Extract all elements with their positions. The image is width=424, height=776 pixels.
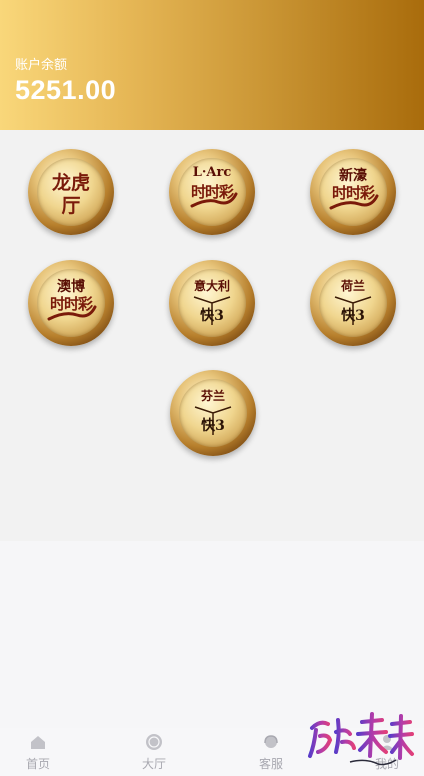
game-italy-button[interactable]: 意大利 快3 — [169, 260, 255, 346]
app-page: 账户余额 5251.00 龙虎 厅 L·Arc 时时彩 新濠 时时彩 澳博 时时… — [0, 0, 424, 776]
finland-k3-coin-icon: 芬兰 快3 — [179, 379, 247, 447]
dragon-tiger-coin-icon: 龙虎 厅 — [37, 158, 105, 226]
netherlands-k3-coin-icon: 荷兰 快3 — [319, 269, 387, 337]
aobo-ssc-coin-icon: 澳博 时时彩 — [37, 269, 105, 337]
game-longhu-line2: 厅 — [61, 195, 81, 217]
xinhao-ssc-coin-icon: 新濠 时时彩 — [319, 158, 387, 226]
game-grid: 龙虎 厅 L·Arc 时时彩 新濠 时时彩 澳博 时时彩 意大利 快3 荷兰 快… — [0, 130, 424, 541]
game-finland-button[interactable]: 芬兰 快3 — [170, 370, 256, 456]
brush-swoosh-icon — [47, 305, 97, 321]
home-icon — [31, 736, 45, 749]
game-larc-button[interactable]: L·Arc 时时彩 — [169, 149, 255, 235]
account-header: 账户余额 5251.00 — [0, 0, 424, 130]
tab-home[interactable]: 首页 — [0, 728, 78, 776]
game-longhu-button[interactable]: 龙虎 厅 — [28, 149, 114, 235]
headset-icon — [264, 735, 278, 748]
balance-value: 5251.00 — [15, 75, 117, 105]
tab-service[interactable]: 客服 — [231, 728, 311, 776]
game-finland-line2: 快3 — [201, 418, 225, 434]
balance-label: 账户余额 — [15, 57, 68, 72]
dice-lines-icon — [334, 296, 372, 325]
italy-k3-coin-icon: 意大利 快3 — [178, 269, 246, 337]
larc-ssc-coin-icon: L·Arc 时时彩 — [178, 158, 246, 226]
game-italy-line2: 快3 — [200, 308, 224, 324]
dice-lines-icon — [193, 296, 231, 325]
game-netherlands-button[interactable]: 荷兰 快3 — [310, 260, 396, 346]
tab-home-label: 首页 — [25, 757, 50, 771]
tab-hall-label: 大厅 — [141, 757, 166, 771]
game-xinhao-button[interactable]: 新濠 时时彩 — [310, 149, 396, 235]
coin-icon — [146, 734, 162, 750]
empty-content-area — [0, 541, 424, 728]
watermark-logo-icon — [308, 712, 414, 766]
game-aobo-button[interactable]: 澳博 时时彩 — [28, 260, 114, 346]
game-netherlands-line2: 快3 — [341, 308, 365, 324]
dice-lines-icon — [194, 406, 232, 435]
tab-hall[interactable]: 大厅 — [114, 728, 194, 776]
brush-swoosh-icon — [329, 194, 379, 210]
brush-swoosh-icon — [190, 192, 238, 208]
tab-service-label: 客服 — [258, 757, 283, 771]
